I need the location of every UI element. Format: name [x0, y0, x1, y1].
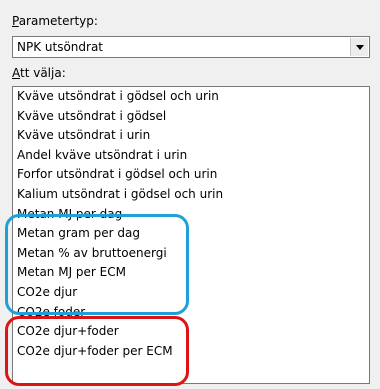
choice-listbox[interactable]: Kväve utsöndrat i gödsel och urin Kväve … — [12, 86, 370, 384]
list-item[interactable]: Metan gram per dag — [13, 224, 369, 244]
choose-label-text: tt välja: — [20, 66, 66, 80]
list-item[interactable]: CO2e foder — [13, 303, 369, 323]
list-item[interactable]: Kalium utsöndrat i gödsel och urin — [13, 185, 369, 205]
parameter-type-label-text: arametertyp: — [18, 14, 98, 28]
list-item[interactable]: Metan MJ per ECM — [13, 263, 369, 283]
parameter-type-label: Parametertyp: — [12, 14, 98, 28]
chevron-down-icon — [355, 44, 364, 50]
choose-label: Att välja: — [12, 66, 66, 80]
list-item[interactable]: Forfor utsöndrat i gödsel och urin — [13, 165, 369, 185]
parameter-type-value: NPK utsöndrat — [17, 40, 104, 54]
list-item[interactable]: Metan MJ per dag — [13, 205, 369, 225]
list-item[interactable]: Kväve utsöndrat i gödsel och urin — [13, 87, 369, 107]
list-item[interactable]: Kväve utsöndrat i gödsel — [13, 107, 369, 127]
list-item[interactable]: CO2e djur+foder per ECM — [13, 342, 369, 362]
parameter-type-label-accesskey: P — [12, 14, 19, 28]
list-item[interactable]: CO2e djur+foder — [13, 322, 369, 342]
parameter-type-dropdown[interactable]: NPK utsöndrat — [12, 36, 370, 58]
dropdown-button[interactable] — [350, 38, 368, 56]
list-item[interactable]: CO2e djur — [13, 283, 369, 303]
list-item[interactable]: Kväve utsöndrat i urin — [13, 126, 369, 146]
list-item[interactable]: Andel kväve utsöndrat i urin — [13, 146, 369, 166]
list-item[interactable]: Metan % av bruttoenergi — [13, 244, 369, 264]
choose-label-accesskey: A — [12, 66, 20, 80]
